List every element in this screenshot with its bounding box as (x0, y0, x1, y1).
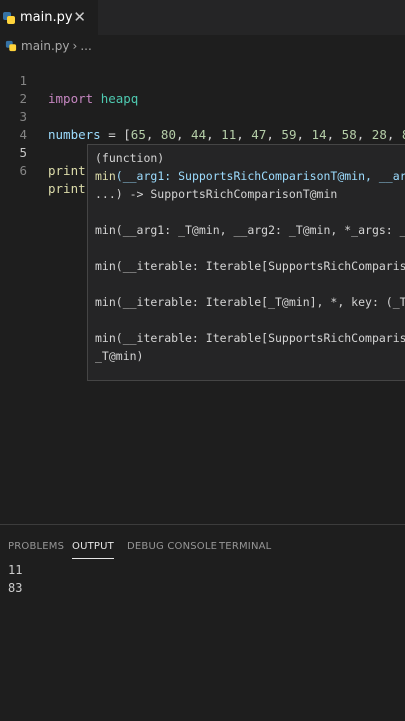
breadcrumb-file[interactable]: main.py (21, 39, 70, 53)
code-line: 2 (0, 72, 405, 106)
code-line-active: 5 print(min(numbers)) (0, 126, 405, 179)
tab-terminal[interactable]: TERMINAL (219, 541, 271, 552)
code-line: 4 (0, 108, 405, 142)
tab-bar: main.py ✕ (0, 0, 405, 35)
close-icon[interactable]: ✕ (73, 8, 86, 26)
hover-signature: min(__iterable: Iterable[_T@min], *, key… (95, 295, 405, 309)
bottom-panel: PROBLEMS OUTPUT DEBUG CONSOLE TERMINAL 1… (0, 524, 405, 721)
hover-signature: min(__iterable: Iterable[SupportsRichCom… (95, 259, 405, 273)
function-name: print (48, 181, 86, 196)
hover-signature-cont: ...) -> SupportsRichComparisonT@min (95, 187, 338, 201)
function-name: print (48, 163, 86, 178)
tab-main-py[interactable]: main.py ✕ (0, 0, 98, 35)
sig-params: (__arg1: SupportsRichComparisonT@min, __… (115, 169, 405, 183)
hover-signature: min(__arg1: _T@min, __arg2: _T@min, *_ar… (95, 223, 405, 237)
output-line: 11 (8, 563, 23, 577)
code-line: 3 numbers = [65, 80, 44, 11, 47, 59, 14,… (0, 90, 405, 142)
breadcrumb-symbol[interactable]: ... (80, 39, 91, 53)
code-line: 1 import heapq (0, 54, 405, 106)
hover-signature-cont: _T@min) (95, 349, 144, 363)
tab-debug-console[interactable]: DEBUG CONSOLE (127, 541, 217, 552)
line-number: 6 (19, 163, 27, 178)
hover-signature: min(__arg1: SupportsRichComparisonT@min,… (95, 167, 405, 185)
sig-fn: min (95, 169, 116, 183)
panel-tabs: PROBLEMS OUTPUT DEBUG CONSOLE TERMINAL (0, 537, 405, 559)
hover-signature: min(__iterable: Iterable[SupportsRichCom… (95, 331, 405, 345)
chevron-right-icon: › (72, 39, 78, 53)
python-file-icon (2, 11, 16, 25)
output-line: 83 (8, 581, 23, 595)
tab-label: main.py (20, 10, 73, 25)
hover-kind: (function) (95, 151, 165, 165)
python-file-icon (5, 40, 17, 52)
tab-output[interactable]: OUTPUT (72, 541, 114, 559)
hover-tooltip: (function) min(__arg1: SupportsRichCompa… (87, 144, 405, 381)
tab-problems[interactable]: PROBLEMS (8, 541, 64, 552)
